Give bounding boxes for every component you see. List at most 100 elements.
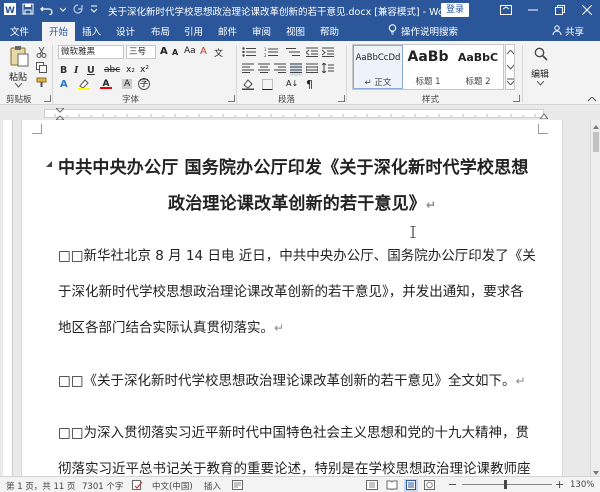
borders-icon[interactable] xyxy=(262,79,273,93)
strikethrough-icon[interactable]: abc xyxy=(104,65,120,75)
highlight-icon[interactable] xyxy=(78,79,90,93)
person-icon xyxy=(552,24,562,38)
style-normal[interactable]: AaBbCcDd ↵ 正文 xyxy=(353,45,403,89)
scrollbar-thumb[interactable] xyxy=(593,132,599,152)
collapse-heading-icon[interactable] xyxy=(46,160,52,170)
tab-home[interactable]: 开始 xyxy=(42,22,76,41)
style-heading-2[interactable]: AaBbC 标题 2 xyxy=(453,45,503,89)
zoom-slider-thumb[interactable] xyxy=(504,480,507,489)
ribbon-display-options-icon[interactable] xyxy=(492,0,519,20)
collapse-ribbon-icon[interactable] xyxy=(587,95,597,105)
print-layout-icon[interactable] xyxy=(404,479,418,492)
minimize-icon[interactable] xyxy=(519,0,546,20)
enclose-char-icon[interactable]: 字 xyxy=(138,78,150,90)
clipboard-launcher-icon[interactable] xyxy=(44,95,51,102)
justify-icon[interactable] xyxy=(290,63,302,76)
tab-file[interactable]: 文件 xyxy=(10,24,29,38)
styles-launcher-icon[interactable] xyxy=(513,95,520,102)
restore-icon[interactable] xyxy=(546,0,573,20)
format-painter-icon[interactable] xyxy=(36,77,47,91)
chevron-down-icon[interactable] xyxy=(506,63,515,73)
change-case-icon[interactable]: Aa xyxy=(184,46,196,56)
scroll-up-icon[interactable] xyxy=(593,122,599,132)
redo-icon[interactable] xyxy=(72,3,84,15)
crop-mark xyxy=(32,124,42,134)
undo-icon[interactable] xyxy=(40,3,54,15)
cut-icon[interactable] xyxy=(36,46,47,61)
editing-button[interactable]: 编辑 xyxy=(528,47,554,87)
read-mode-icon[interactable] xyxy=(386,480,398,492)
text-effects-icon[interactable]: A xyxy=(60,79,68,90)
tab-references[interactable]: 邮件 xyxy=(218,24,237,38)
tell-me-search[interactable]: 操作说明搜索 xyxy=(388,24,458,38)
numbering-icon[interactable]: 12 xyxy=(264,47,278,60)
proofing-icon[interactable] xyxy=(132,480,143,492)
document-page[interactable]: 中共中央办公厅 国务院办公厅印发《关于深化新时代学校思想 政治理论课改革创新的若… xyxy=(22,120,562,476)
font-name-select[interactable]: 微软雅黑 xyxy=(58,45,124,59)
multilevel-list-icon[interactable] xyxy=(286,47,300,60)
focus-mode-icon[interactable] xyxy=(366,480,378,492)
tab-insert-2[interactable]: 设计 xyxy=(116,24,135,38)
clear-format-icon[interactable]: A xyxy=(200,46,207,57)
ruler-bar xyxy=(44,109,544,118)
phonetic-guide-icon[interactable]: 文 xyxy=(214,46,223,59)
font-size-select[interactable]: 三号 xyxy=(126,45,156,59)
paragraph-3-line-1: □□为深入贯彻落实习近平新时代中国特色社会主义思想和党的十九大精神，贯 xyxy=(58,425,530,441)
tab-layout[interactable]: 引用 xyxy=(184,24,203,38)
macro-icon[interactable] xyxy=(232,480,243,492)
word-count[interactable]: 7301 个字 xyxy=(82,480,123,492)
superscript-icon[interactable]: x² xyxy=(140,65,149,75)
vertical-ruler[interactable] xyxy=(3,120,13,476)
paragraph-launcher-icon[interactable] xyxy=(338,95,345,102)
clipboard-icon xyxy=(9,45,29,70)
tab-review[interactable]: 视图 xyxy=(286,24,305,38)
show-marks-icon[interactable]: ¶ xyxy=(306,78,313,91)
grow-font-icon[interactable]: A xyxy=(160,46,168,57)
style-heading-1[interactable]: AaBb 标题 1 xyxy=(403,45,453,89)
undo-dropdown-icon[interactable] xyxy=(60,3,66,15)
copy-icon[interactable] xyxy=(36,62,47,76)
tab-design[interactable]: 布局 xyxy=(151,24,170,38)
page-indicator[interactable]: 第 1 页，共 11 页 xyxy=(6,480,76,492)
italic-button[interactable]: I xyxy=(74,65,78,76)
subscript-icon[interactable]: x₂ xyxy=(126,65,135,75)
zoom-out-icon[interactable]: − xyxy=(448,478,457,491)
insert-mode-indicator[interactable]: 插入 xyxy=(204,480,221,492)
underline-button[interactable]: U xyxy=(87,65,95,76)
zoom-level[interactable]: 130% xyxy=(570,480,594,490)
decrease-indent-icon[interactable] xyxy=(305,47,318,60)
login-button[interactable]: 登录 xyxy=(441,3,469,17)
web-layout-icon[interactable] xyxy=(424,480,435,492)
bold-button[interactable]: B xyxy=(60,65,67,76)
font-color-icon[interactable]: A xyxy=(100,77,112,92)
tab-view[interactable]: 帮助 xyxy=(320,24,339,38)
bullets-icon[interactable] xyxy=(242,47,256,60)
more-styles-icon[interactable] xyxy=(506,78,515,88)
align-center-icon[interactable] xyxy=(258,63,270,76)
increase-indent-icon[interactable] xyxy=(321,47,334,60)
tab-insert[interactable]: 插入 xyxy=(82,24,101,38)
line-spacing-icon[interactable] xyxy=(321,62,334,76)
customize-qat-icon[interactable] xyxy=(90,3,98,15)
distribute-icon[interactable] xyxy=(305,63,319,76)
sort-icon[interactable]: A↓ xyxy=(286,79,298,88)
save-icon[interactable] xyxy=(22,3,34,15)
char-shading-icon[interactable]: A xyxy=(122,79,133,89)
chevron-up-icon[interactable] xyxy=(506,48,515,58)
group-separator xyxy=(522,45,523,103)
paste-button[interactable]: 粘贴 xyxy=(6,45,32,89)
close-icon[interactable] xyxy=(573,0,600,20)
tab-mailings[interactable]: 审阅 xyxy=(252,24,271,38)
shrink-font-icon[interactable]: A xyxy=(172,48,178,57)
group-font-label: 字体 xyxy=(122,95,140,105)
zoom-slider[interactable] xyxy=(462,484,552,485)
zoom-in-icon[interactable]: + xyxy=(555,478,564,491)
align-right-icon[interactable] xyxy=(274,63,286,76)
shading-icon[interactable] xyxy=(242,79,254,93)
vertical-scrollbar[interactable] xyxy=(590,120,600,476)
horizontal-ruler[interactable] xyxy=(0,106,600,121)
font-launcher-icon[interactable] xyxy=(228,95,235,102)
language-indicator[interactable]: 中文(中国) xyxy=(152,480,193,492)
align-left-icon[interactable] xyxy=(242,63,254,76)
share-button[interactable]: 共享 xyxy=(552,24,584,38)
